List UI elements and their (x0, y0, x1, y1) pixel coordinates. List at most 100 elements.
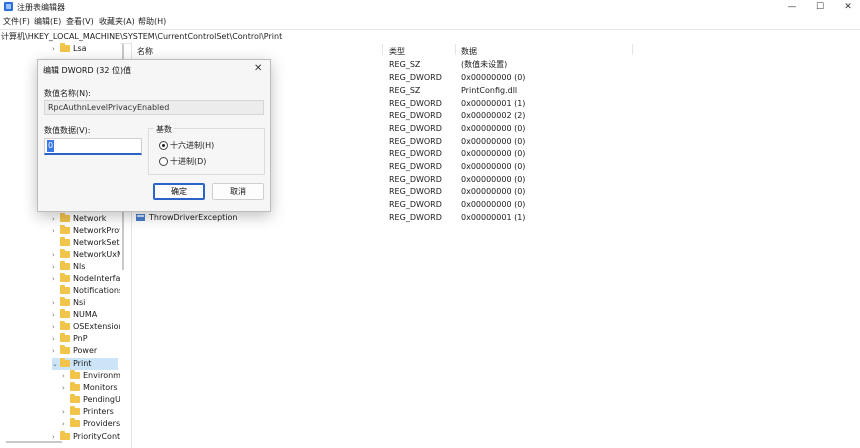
chevron-right-icon[interactable]: › (62, 406, 68, 418)
cancel-button[interactable]: 取消 (212, 183, 264, 200)
tree-item[interactable]: › Nls (0, 261, 118, 273)
title-bar: 注册表编辑器 — ☐ ✕ (0, 0, 860, 15)
value-data-text[interactable]: 0 (47, 140, 55, 152)
chevron-right-icon[interactable]: › (52, 43, 58, 55)
tree-item[interactable]: › Network (0, 213, 118, 225)
tree-item[interactable]: › PriorityConta (0, 431, 120, 440)
value-data: 0x00000000 (0) (461, 162, 526, 171)
value-data: 0x00000000 (0) (461, 187, 526, 196)
tree-item-print-selected[interactable]: ⌄ Print (52, 358, 118, 370)
tree-item[interactable]: › NUMA (0, 309, 118, 321)
folder-icon (60, 431, 70, 440)
address-path[interactable]: 计算机\HKEY_LOCAL_MACHINE\SYSTEM\CurrentCon… (1, 31, 282, 42)
chevron-right-icon[interactable]: › (52, 297, 58, 309)
value-data-label: 数值数据(V): (44, 126, 91, 135)
dec-radio[interactable] (159, 157, 168, 166)
tree-item-label: Print (73, 359, 92, 368)
folder-icon (60, 333, 70, 342)
tree-item-label: Lsa (73, 44, 87, 53)
column-header-name[interactable]: 名称 (137, 46, 153, 57)
menu-edit[interactable]: 编辑(E) (34, 16, 61, 27)
chevron-right-icon[interactable]: › (52, 321, 58, 333)
value-type: REG_DWORD (389, 73, 442, 82)
menu-favorites[interactable]: 收藏夹(A) (99, 16, 135, 27)
value-data: 0x00000002 (2) (461, 111, 526, 120)
chevron-right-icon[interactable]: › (52, 333, 58, 345)
chevron-right-icon[interactable]: › (52, 309, 58, 321)
column-header-data[interactable]: 数据 (461, 46, 477, 57)
tree-item-label: Printers (83, 407, 114, 416)
value-data: PrintConfig.dll (461, 86, 518, 95)
folder-icon (60, 321, 70, 330)
tree-item[interactable]: › OSExtensionI (0, 321, 120, 333)
chevron-right-icon[interactable]: › (52, 225, 58, 237)
dword-value-icon (136, 214, 145, 221)
tree-item[interactable]: › NetworkUxM (0, 249, 120, 261)
menu-help[interactable]: 帮助(H) (138, 16, 166, 27)
minimize-button[interactable]: — (778, 0, 806, 15)
value-data: 0x00000001 (1) (461, 213, 526, 222)
tree-item[interactable]: › Nsi (0, 297, 118, 309)
tree-item-label: PriorityConta (73, 432, 120, 440)
maximize-button[interactable]: ☐ (806, 0, 834, 15)
tree-horizontal-scrollbar[interactable] (6, 441, 62, 443)
tree-item[interactable]: › NodeInterfac (0, 273, 120, 285)
chevron-right-icon[interactable]: › (52, 213, 58, 225)
chevron-right-icon[interactable]: › (62, 370, 68, 382)
menu-file[interactable]: 文件(F) (3, 16, 30, 27)
folder-icon (70, 406, 80, 415)
chevron-right-icon[interactable]: › (52, 431, 58, 440)
hex-radio-label[interactable]: 十六进制(H) (170, 140, 214, 151)
value-type: REG_DWORD (389, 187, 442, 196)
tree-item[interactable]: › Lsa (0, 43, 118, 55)
folder-icon (60, 43, 70, 52)
chevron-right-icon[interactable]: › (52, 345, 58, 357)
value-type: REG_DWORD (389, 162, 442, 171)
folder-icon (60, 237, 70, 246)
tree-item[interactable]: › Printers (0, 406, 118, 418)
tree-item[interactable]: NetworkSetu (0, 237, 120, 249)
value-data-input[interactable]: 0 (44, 138, 142, 155)
menu-bar: 文件(F) 编辑(E) 查看(V) 收藏夹(A) 帮助(H) (0, 16, 860, 28)
tree-item[interactable]: › Environme (0, 370, 120, 382)
folder-icon (60, 213, 70, 222)
tree-item[interactable]: › NetworkProv (0, 225, 120, 237)
tree-item[interactable]: PendingU (0, 394, 120, 406)
folder-icon (60, 261, 70, 270)
menu-view[interactable]: 查看(V) (66, 16, 94, 27)
chevron-down-icon[interactable]: ⌄ (52, 358, 58, 370)
folder-icon (60, 249, 70, 258)
chevron-right-icon[interactable]: › (62, 382, 68, 394)
chevron-right-icon[interactable]: › (52, 273, 58, 285)
tree-item-label: NUMA (73, 310, 98, 319)
tree-item-label: Monitors (83, 383, 118, 392)
folder-icon (60, 297, 70, 306)
value-type: REG_DWORD (389, 200, 442, 209)
tree-item[interactable]: › Providers (0, 418, 120, 430)
tree-item[interactable]: › PnP (0, 333, 118, 345)
value-data: (数值未设置) (461, 60, 508, 69)
table-row[interactable]: ThrowDriverException REG_DWORD 0x0000000… (132, 211, 632, 224)
ok-button[interactable]: 确定 (153, 183, 205, 200)
column-separator[interactable] (632, 44, 633, 55)
tree-item[interactable]: › Monitors (0, 382, 118, 394)
close-window-button[interactable]: ✕ (834, 0, 860, 15)
chevron-right-icon[interactable]: › (52, 261, 58, 273)
value-type: REG_DWORD (389, 124, 442, 133)
folder-icon (70, 382, 80, 391)
folder-icon (60, 309, 70, 318)
tree-item-label: Providers (83, 419, 120, 428)
hex-radio[interactable] (159, 141, 168, 150)
chevron-right-icon[interactable]: › (62, 418, 68, 430)
column-header-type[interactable]: 类型 (389, 46, 405, 57)
close-icon[interactable]: ✕ (254, 63, 262, 74)
column-separator[interactable] (455, 44, 456, 55)
tree-item[interactable]: Notifications (0, 285, 120, 297)
column-separator[interactable] (382, 44, 383, 55)
folder-icon (60, 345, 70, 354)
window-title: 注册表编辑器 (17, 3, 65, 12)
folder-icon (70, 418, 80, 427)
tree-item[interactable]: › Power (0, 345, 118, 357)
chevron-right-icon[interactable]: › (52, 249, 58, 261)
dec-radio-label[interactable]: 十进制(D) (170, 156, 206, 167)
